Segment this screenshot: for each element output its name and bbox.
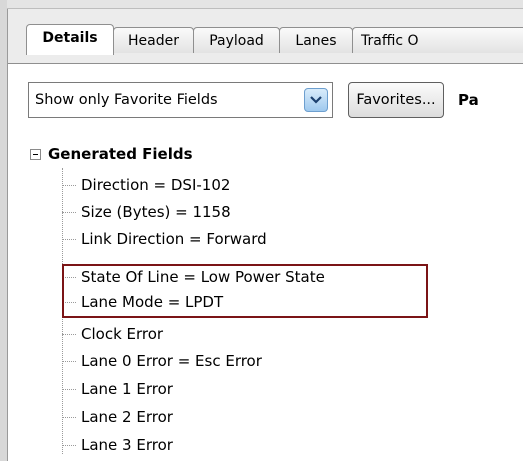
tree-node-generated-fields[interactable]: Generated Fields [48,145,193,163]
tree-item-lane-3-error[interactable]: Lane 3 Error [62,436,173,454]
favorite-fields-dropdown[interactable]: Show only Favorite Fields [28,82,333,118]
left-splitter[interactable] [0,0,8,461]
highlight-box [62,264,428,318]
collapse-icon[interactable] [30,149,41,160]
tab-lanes[interactable]: Lanes [279,27,353,53]
top-border [7,0,523,9]
tab-details[interactable]: Details [26,24,114,55]
tab-payload[interactable]: Payload [193,27,280,53]
dropdown-value: Show only Favorite Fields [35,92,218,108]
tree-item-lane-1-error[interactable]: Lane 1 Error [62,380,173,398]
tab-traffic[interactable]: Traffic O [352,27,523,53]
tree-item-clock-error[interactable]: Clock Error [62,325,163,343]
tree-item-size[interactable]: Size (Bytes) = 1158 [62,203,231,221]
truncated-label: Pa [458,91,479,109]
tree-item-direction[interactable]: Direction = DSI-102 [62,176,230,194]
tree-item-link-direction[interactable]: Link Direction = Forward [62,230,267,248]
tree-item-lane-0-error[interactable]: Lane 0 Error = Esc Error [62,352,262,370]
tree-item-lane-2-error[interactable]: Lane 2 Error [62,408,173,426]
chevron-down-icon[interactable] [304,88,328,112]
tab-header[interactable]: Header [113,27,194,53]
favorites-button[interactable]: Favorites... [348,82,444,118]
